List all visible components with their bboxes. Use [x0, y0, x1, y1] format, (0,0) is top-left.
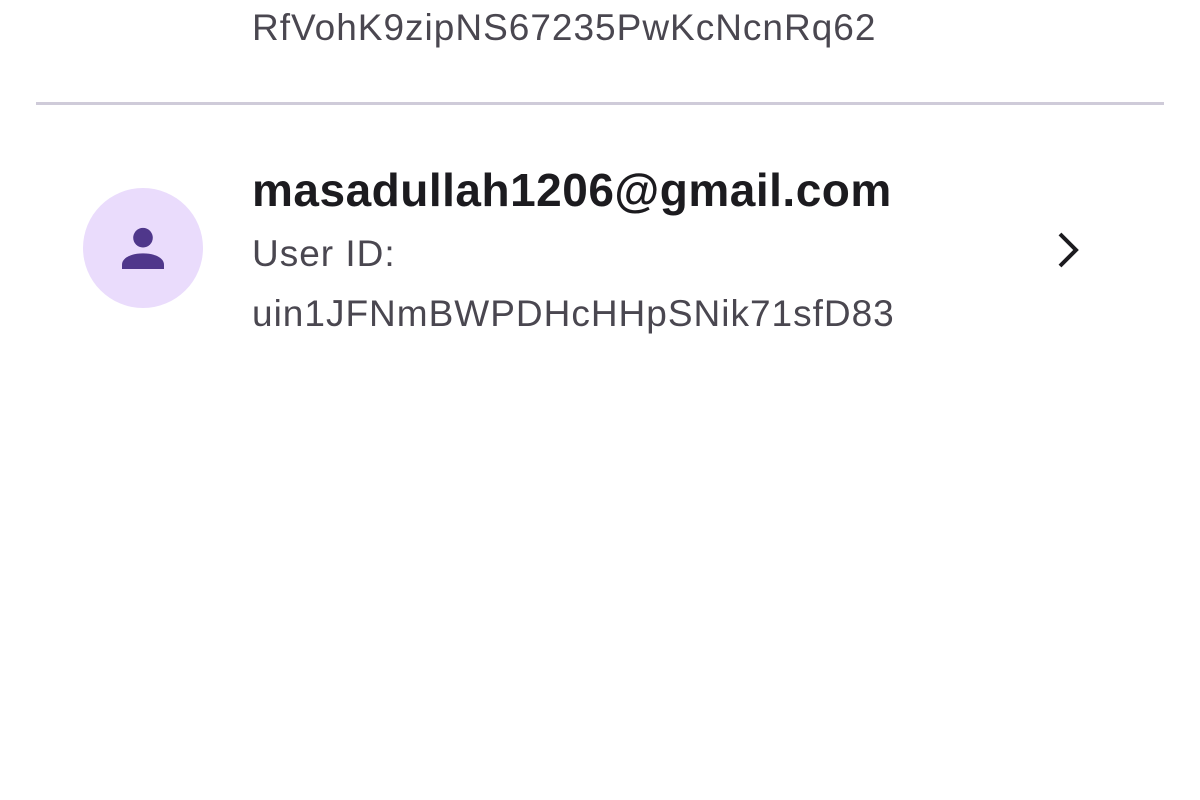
- person-icon: [115, 220, 171, 276]
- user-id-value: uin1JFNmBWPDHcHHpSNik71sfD83: [252, 293, 895, 334]
- avatar: [83, 188, 203, 308]
- user-list-screen: RfVohK9zipNS67235PwKcNcnRq62 masadullah1…: [0, 0, 1200, 800]
- chevron-right-icon[interactable]: [1050, 228, 1090, 272]
- previous-user-id: RfVohK9zipNS67235PwKcNcnRq62: [252, 7, 877, 48]
- user-list-item[interactable]: masadullah1206@gmail.com User ID: uin1JF…: [0, 105, 1200, 395]
- user-id-label: User ID:: [252, 233, 396, 274]
- user-email: masadullah1206@gmail.com: [252, 164, 892, 216]
